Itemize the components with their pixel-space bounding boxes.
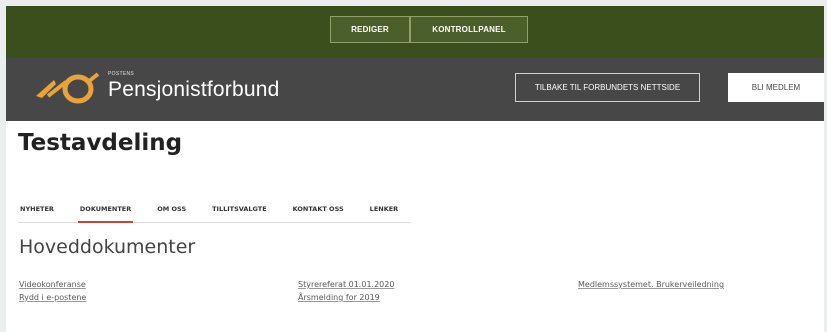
tab-nyheter[interactable]: NYHETER [18, 202, 67, 222]
become-member-button[interactable]: BLI MEDLEM [728, 73, 824, 102]
brand-name[interactable]: Pensjonistforbund [108, 78, 280, 102]
documents-heading: Hoveddokumenter [19, 236, 196, 258]
tab-dokumenter[interactable]: DOKUMENTER [67, 202, 144, 223]
admin-bar: REDIGER KONTROLLPANEL [6, 6, 824, 58]
document-link[interactable]: Medlemssystemet. Brukerveiledning [578, 278, 724, 291]
brand-prefix: POSTENS [108, 71, 134, 77]
documents-column-1: Videokonferanse Rydd i e-postene [19, 278, 86, 304]
tab-tillitsvalgte[interactable]: TILLITSVALGTE [199, 202, 280, 222]
tab-om-oss[interactable]: OM OSS [144, 202, 199, 222]
post-horn-logo-icon[interactable] [32, 72, 100, 106]
section-tabs: NYHETER DOKUMENTER OM OSS TILLITSVALGTE … [18, 202, 412, 223]
document-link[interactable]: Årsmelding for 2019 [298, 291, 394, 304]
document-link[interactable]: Styrereferat 01.01.2020 [298, 278, 394, 291]
site-header: POSTENS Pensjonistforbund TILBAKE TIL FO… [6, 58, 824, 121]
tab-kontakt-oss[interactable]: KONTAKT OSS [280, 202, 357, 222]
tab-lenker[interactable]: LENKER [357, 202, 412, 222]
document-link[interactable]: Videokonferanse [19, 278, 86, 291]
documents-column-2: Styrereferat 01.01.2020 Årsmelding for 2… [298, 278, 394, 304]
page: REDIGER KONTROLLPANEL POSTENS Pensjonist… [6, 6, 824, 332]
documents-column-3: Medlemssystemet. Brukerveiledning [578, 278, 724, 291]
document-link[interactable]: Rydd i e-postene [19, 291, 86, 304]
control-panel-button[interactable]: KONTROLLPANEL [410, 16, 528, 43]
page-title: Testavdeling [18, 130, 183, 156]
back-to-main-site-button[interactable]: TILBAKE TIL FORBUNDETS NETTSIDE [515, 73, 700, 102]
edit-button[interactable]: REDIGER [330, 16, 410, 43]
